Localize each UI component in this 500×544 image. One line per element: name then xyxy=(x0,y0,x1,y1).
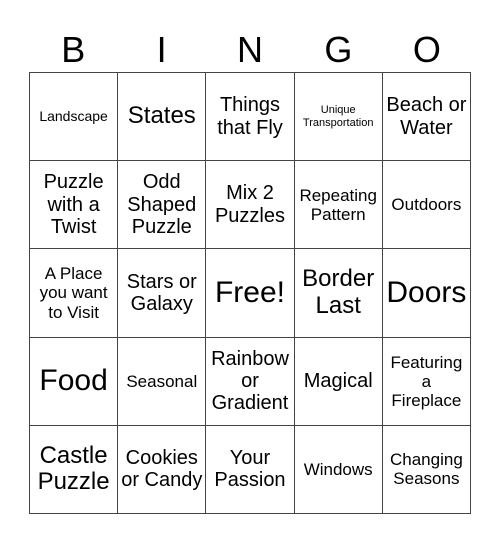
bingo-cell[interactable]: Puzzle with a Twist xyxy=(30,161,119,250)
bingo-cell[interactable]: Landscape xyxy=(30,73,119,162)
bingo-cell[interactable]: Repeating Pattern xyxy=(294,161,383,250)
bingo-cell[interactable]: Changing Seasons xyxy=(382,425,471,514)
bingo-cell[interactable]: Mix 2 Puzzles xyxy=(206,161,295,250)
bingo-cell[interactable]: Your Passion xyxy=(206,425,295,514)
bingo-cell[interactable]: Border Last xyxy=(294,249,383,338)
free-space-cell[interactable]: Free! xyxy=(206,249,295,338)
bingo-cell[interactable]: Things that Fly xyxy=(206,73,295,162)
bingo-cell[interactable]: Magical xyxy=(294,337,383,426)
bingo-cell[interactable]: Outdoors xyxy=(382,161,471,250)
bingo-card: Landscape States Things that Fly Unique … xyxy=(29,72,471,514)
bingo-cell[interactable]: Odd Shaped Puzzle xyxy=(118,161,207,250)
header-letter-i: I xyxy=(156,29,167,70)
bingo-cell[interactable]: Rainbow or Gradient xyxy=(206,337,295,426)
header-letter-g: G xyxy=(324,29,353,70)
bingo-cell[interactable]: Featuring a Fireplace xyxy=(382,337,471,426)
bingo-cell[interactable]: Seasonal xyxy=(118,337,207,426)
bingo-cell[interactable]: States xyxy=(118,73,207,162)
bingo-cell[interactable]: Windows xyxy=(294,425,383,514)
header-letter-o: O xyxy=(412,29,441,70)
bingo-cell[interactable]: Castle Puzzle xyxy=(30,425,119,514)
header-letter-b: B xyxy=(61,29,86,70)
bingo-header: B I N G O xyxy=(29,28,471,72)
header-letter-n: N xyxy=(237,29,264,70)
bingo-cell[interactable]: Stars or Galaxy xyxy=(118,249,207,338)
bingo-cell[interactable]: Beach or Water xyxy=(382,73,471,162)
bingo-cell[interactable]: Unique Transportation xyxy=(294,73,383,162)
bingo-cell[interactable]: Food xyxy=(30,337,119,426)
bingo-cell[interactable]: Doors xyxy=(382,249,471,338)
bingo-cell[interactable]: A Place you want to Visit xyxy=(30,249,119,338)
bingo-cell[interactable]: Cookies or Candy xyxy=(118,425,207,514)
